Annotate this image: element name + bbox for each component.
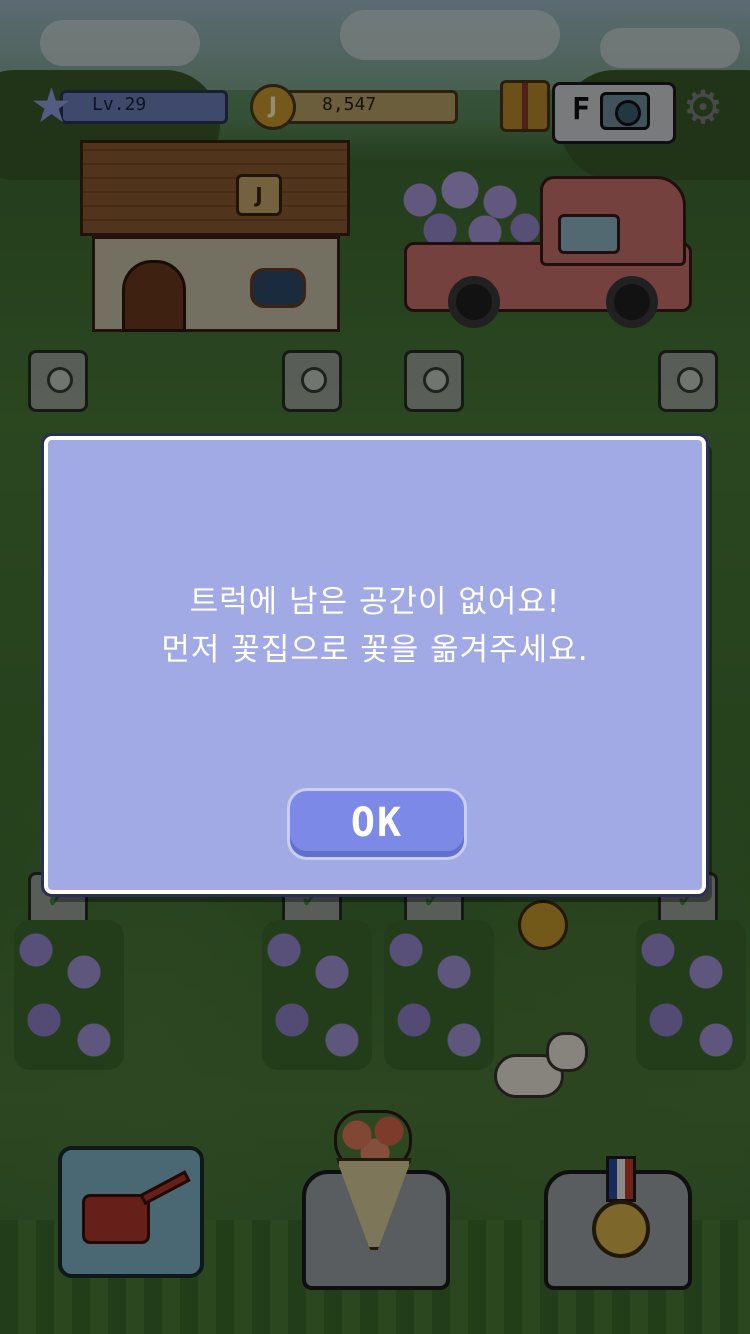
alert-dialog: 트럭에 남은 공간이 없어요! 먼저 꽃집으로 꽃을 옮겨주세요. OK xyxy=(44,436,706,894)
dialog-message-line1: 트럭에 남은 공간이 없어요! xyxy=(189,584,561,620)
dialog-message-line2: 먼저 꽃집으로 꽃을 옮겨주세요. xyxy=(161,632,589,668)
ok-button[interactable]: OK xyxy=(287,788,467,860)
dialog-message: 트럭에 남은 공간이 없어요! 먼저 꽃집으로 꽃을 옮겨주세요. xyxy=(48,578,702,674)
